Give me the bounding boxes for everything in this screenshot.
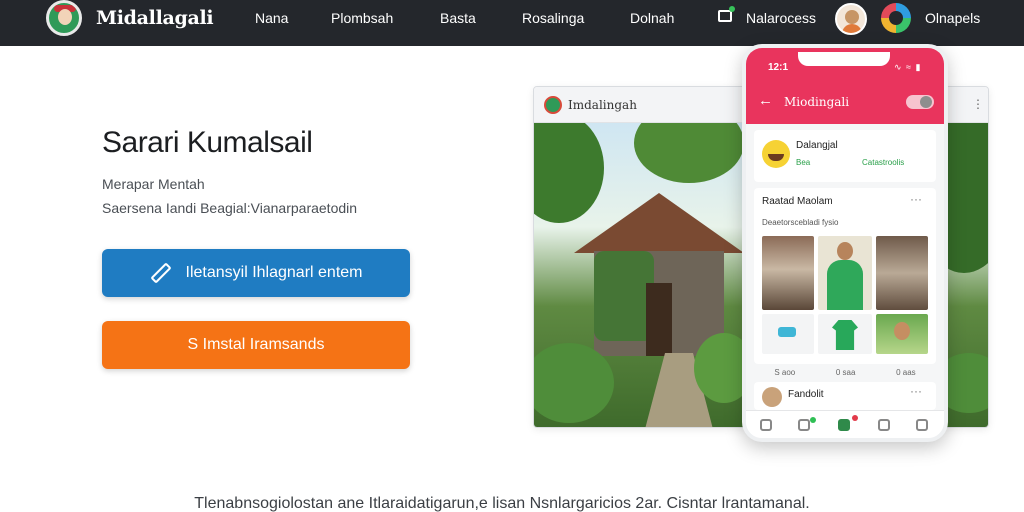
brand-name[interactable]: Midallagali (96, 7, 214, 29)
brand-logo-icon[interactable] (46, 0, 82, 36)
gallery-photo[interactable] (876, 236, 928, 310)
phone-status-bar: 12:1 ∿ ≈ ▮ (746, 48, 944, 78)
back-arrow-icon[interactable]: ← (758, 92, 773, 109)
hero-description: Saersena Iandi Beagial:Vianarparaetodin (102, 200, 358, 216)
gallery-title: Raatad Maolam (762, 196, 833, 207)
gallery-captions: S aoo 0 saa 0 aas (754, 368, 936, 377)
nav-link-1[interactable]: Nana (255, 10, 288, 26)
gallery-photo[interactable] (818, 236, 872, 310)
store-icon[interactable] (838, 419, 850, 431)
gallery-card: Raatad Maolam ··· Deaetorscebladi fysio (754, 188, 936, 364)
nav-link-3[interactable]: Basta (440, 10, 476, 26)
profile-tag: Bea (796, 158, 811, 167)
user-avatar[interactable] (835, 3, 867, 35)
messages-link[interactable]: Nalarocess (746, 10, 816, 26)
browser-tab-title: Imdalingah (568, 98, 637, 112)
caption: 0 saa (835, 368, 856, 377)
post-author: Fandolit (788, 389, 824, 400)
secondary-button[interactable]: S Imstal Iramsands (102, 321, 410, 369)
status-time: 12:1 (768, 62, 789, 73)
gallery-item[interactable] (762, 314, 814, 354)
gallery-subtitle: Deaetorscebladi fysio (762, 218, 839, 227)
nav-link-2[interactable]: Plombsah (331, 10, 393, 26)
profile-action-link[interactable]: Catastroolis (862, 158, 904, 167)
gallery-item[interactable] (818, 314, 872, 354)
profile-name: Dalangjal (796, 140, 838, 151)
account-link[interactable]: Olnapels (925, 10, 980, 26)
footer-tagline: Tlenabnsogiolostan ane Itlaraidatigarun,… (194, 495, 810, 512)
phone-preview: 12:1 ∿ ≈ ▮ ← Miodingali Dalangjal Bea Ca… (742, 44, 948, 442)
caption: 0 aas (896, 368, 916, 377)
app-feed: Dalangjal Bea Catastroolis Raatad Maolam… (746, 124, 944, 410)
home-icon[interactable] (760, 419, 772, 431)
post-card[interactable]: Fandolit ··· (754, 382, 936, 410)
gallery-photo[interactable] (762, 236, 814, 310)
gallery-item[interactable] (876, 314, 928, 354)
avatar (762, 387, 782, 407)
primary-button[interactable]: Iletansyil Ihlagnarl entem (102, 249, 410, 297)
app-header: ← Miodingali (746, 78, 944, 124)
nav-link-5[interactable]: Dolnah (630, 10, 674, 26)
search-icon[interactable] (798, 419, 810, 431)
app-toggle[interactable] (906, 95, 934, 109)
notification-dot (810, 417, 816, 423)
post-more-icon[interactable]: ··· (910, 384, 922, 398)
top-nav: Midallagali Nana Plombsah Basta Rosaling… (0, 0, 1024, 46)
badge-dot (852, 415, 858, 421)
account-icon[interactable] (881, 3, 911, 33)
hero-subtitle: Merapar Mentah (102, 176, 205, 192)
app-tab-bar (746, 410, 944, 438)
browser-menu-icon[interactable]: ⋮ (972, 97, 984, 111)
secondary-button-label: S Imstal Iramsands (187, 336, 325, 353)
settings-icon[interactable] (916, 419, 928, 431)
gallery-more-icon[interactable]: ··· (910, 192, 922, 206)
pencil-icon (149, 262, 172, 284)
nav-link-4[interactable]: Rosalinga (522, 10, 584, 26)
app-title: Miodingali (784, 95, 850, 109)
hero-title: Sarari Kumalsail (102, 126, 313, 159)
caption: S aoo (774, 368, 796, 377)
profile-icon[interactable] (878, 419, 890, 431)
signal-icon: ∿ ≈ ▮ (894, 62, 922, 72)
messages-icon[interactable] (718, 6, 735, 22)
profile-card[interactable]: Dalangjal Bea Catastroolis (754, 130, 936, 182)
primary-button-label: Iletansyil Ihlagnarl entem (185, 264, 363, 281)
smiley-icon (762, 140, 790, 168)
site-favicon-icon (544, 96, 562, 114)
